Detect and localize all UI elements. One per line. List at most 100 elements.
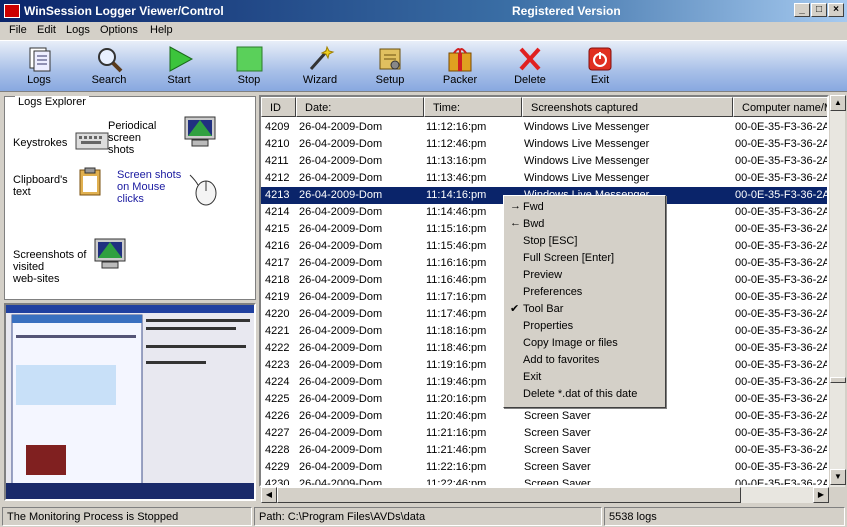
registration-label: Registered Version: [512, 4, 621, 18]
scroll-down-button[interactable]: ▼: [830, 469, 846, 485]
exit-button[interactable]: Exit: [571, 43, 629, 91]
cell-computer: 00-0E-35-F3-36-2A: [735, 308, 829, 320]
clipboard-icon[interactable]: [78, 167, 102, 197]
context-menu-item[interactable]: ← Bwd: [504, 216, 665, 233]
menu-item-mark: ✔: [510, 303, 520, 315]
scroll-left-button[interactable]: ◀: [261, 487, 277, 503]
cell-time: 11:21:46:pm: [426, 444, 487, 456]
column-date[interactable]: Date:: [296, 97, 424, 117]
maximize-button[interactable]: □: [811, 3, 827, 17]
column-id[interactable]: ID: [261, 97, 296, 117]
column-computer[interactable]: Computer name/M: [733, 97, 827, 117]
context-menu-item[interactable]: Add to favorites: [504, 352, 665, 369]
delete-label: Delete: [514, 74, 546, 86]
cell-computer: 00-0E-35-F3-36-2A: [735, 257, 829, 269]
minimize-button[interactable]: _: [794, 3, 810, 17]
logs-button[interactable]: Logs: [10, 43, 68, 91]
delete-icon: [519, 47, 541, 71]
context-menu: → Fwd ← Bwd Stop [ESC] Full Screen [Enter] Pre…: [503, 195, 666, 408]
context-menu-item[interactable]: → Fwd: [504, 199, 665, 216]
title-bar[interactable]: WinSession Logger Viewer/Control Registe…: [0, 0, 847, 22]
delete-button[interactable]: Delete: [501, 43, 559, 91]
monitor-icon[interactable]: [183, 115, 217, 149]
table-row[interactable]: 4229 26-04-2009-Dom 11:22:16:pm Screen Save…: [261, 459, 827, 476]
context-menu-item[interactable]: Preview: [504, 267, 665, 284]
cell-id: 4218: [265, 274, 290, 286]
cell-date: 26-04-2009-Dom: [299, 189, 383, 201]
app-icon: [4, 4, 20, 18]
cell-id: 4214: [265, 206, 290, 218]
context-menu-item[interactable]: Properties: [504, 318, 665, 335]
search-button[interactable]: Search: [80, 43, 138, 91]
close-button[interactable]: ×: [828, 3, 844, 17]
table-row[interactable]: 4227 26-04-2009-Dom 11:21:16:pm Screen Save…: [261, 425, 827, 442]
screenshot-preview[interactable]: [4, 303, 256, 501]
table-row[interactable]: 4230 26-04-2009-Dom 11:22:46:pm Screen Save…: [261, 476, 827, 485]
menu-logs[interactable]: Logs: [66, 24, 90, 36]
cell-time: 11:16:16:pm: [426, 257, 487, 269]
visited-websites-label[interactable]: Screenshots of visited web-sites: [13, 249, 86, 285]
cell-date: 26-04-2009-Dom: [299, 155, 383, 167]
logs-icon: [29, 47, 51, 72]
cell-computer: 00-0E-35-F3-36-2A: [735, 138, 829, 150]
context-menu-item[interactable]: Full Screen [Enter]: [504, 250, 665, 267]
menu-file[interactable]: File: [9, 24, 27, 36]
menu-options[interactable]: Options: [100, 24, 138, 36]
context-menu-item[interactable]: Stop [ESC]: [504, 233, 665, 250]
table-row[interactable]: 4228 26-04-2009-Dom 11:21:46:pm Screen Save…: [261, 442, 827, 459]
monitoring-status: The Monitoring Process is Stopped: [2, 507, 252, 526]
stop-label: Stop: [237, 74, 261, 86]
table-row[interactable]: 4226 26-04-2009-Dom 11:20:46:pm Screen Save…: [261, 408, 827, 425]
menu-edit[interactable]: Edit: [37, 24, 56, 36]
horizontal-scroll-thumb[interactable]: [277, 487, 741, 503]
context-menu-item[interactable]: Copy Image or files: [504, 335, 665, 352]
context-menu-item[interactable]: Preferences: [504, 284, 665, 301]
cell-id: 4221: [265, 325, 290, 337]
scroll-up-button[interactable]: ▲: [830, 95, 846, 111]
cell-computer: 00-0E-35-F3-36-2A: [735, 325, 829, 337]
cell-shot: Windows Live Messenger: [524, 121, 650, 133]
cell-time: 11:18:16:pm: [426, 325, 487, 337]
web-monitor-icon[interactable]: [93, 237, 127, 271]
mouse-icon[interactable]: [188, 173, 220, 207]
packer-button[interactable]: Packer: [431, 43, 489, 91]
horizontal-scrollbar[interactable]: ◀ ▶: [261, 487, 829, 503]
context-menu-item[interactable]: Exit: [504, 369, 665, 386]
menu-item-label: Delete *.dat of this date: [523, 388, 638, 400]
cell-id: 4216: [265, 240, 290, 252]
cell-id: 4229: [265, 461, 290, 473]
table-row[interactable]: 4211 26-04-2009-Dom 11:13:16:pm Windows Liv…: [261, 153, 827, 170]
cell-time: 11:16:46:pm: [426, 274, 487, 286]
context-menu-item[interactable]: ✔ Tool Bar: [504, 301, 665, 318]
cell-time: 11:19:16:pm: [426, 359, 487, 371]
clipboard-text-label[interactable]: Clipboard's text: [13, 174, 68, 198]
stop-button[interactable]: Stop: [220, 43, 278, 91]
menu-help[interactable]: Help: [150, 24, 173, 36]
start-label: Start: [167, 74, 191, 86]
start-button[interactable]: Start: [150, 43, 208, 91]
scroll-right-button[interactable]: ▶: [813, 487, 829, 503]
mouse-click-screenshots-label[interactable]: Screen shots on Mouse clicks: [117, 169, 181, 205]
play-icon: [169, 46, 194, 72]
scroll-thumb[interactable]: [830, 377, 846, 383]
table-row[interactable]: 4212 26-04-2009-Dom 11:13:46:pm Windows Liv…: [261, 170, 827, 187]
search-label: Search: [91, 74, 127, 86]
cell-id: 4212: [265, 172, 290, 184]
table-row[interactable]: 4209 26-04-2009-Dom 11:12:16:pm Windows Liv…: [261, 119, 827, 136]
keystrokes-label[interactable]: Keystrokes: [13, 137, 67, 149]
menu-item-label: Exit: [523, 371, 542, 383]
periodical-screenshots-label[interactable]: Periodical screen shots: [108, 120, 156, 156]
exit-label: Exit: [590, 74, 610, 86]
column-screenshots[interactable]: Screenshots captured: [522, 97, 733, 117]
context-menu-item[interactable]: Delete *.dat of this date: [504, 386, 665, 403]
wizard-button[interactable]: Wizard: [291, 43, 349, 91]
keyboard-icon[interactable]: [75, 129, 109, 151]
table-row[interactable]: 4210 26-04-2009-Dom 11:12:46:pm Windows Liv…: [261, 136, 829, 153]
cell-shot: Screen Saver: [524, 444, 591, 456]
column-time[interactable]: Time:: [424, 97, 522, 117]
vertical-scrollbar[interactable]: ▲ ▼: [829, 95, 846, 487]
setup-button[interactable]: Setup: [361, 43, 419, 91]
cell-id: 4217: [265, 257, 290, 269]
status-bar: The Monitoring Process is Stopped Path: …: [0, 506, 847, 527]
package-icon: [448, 48, 472, 72]
